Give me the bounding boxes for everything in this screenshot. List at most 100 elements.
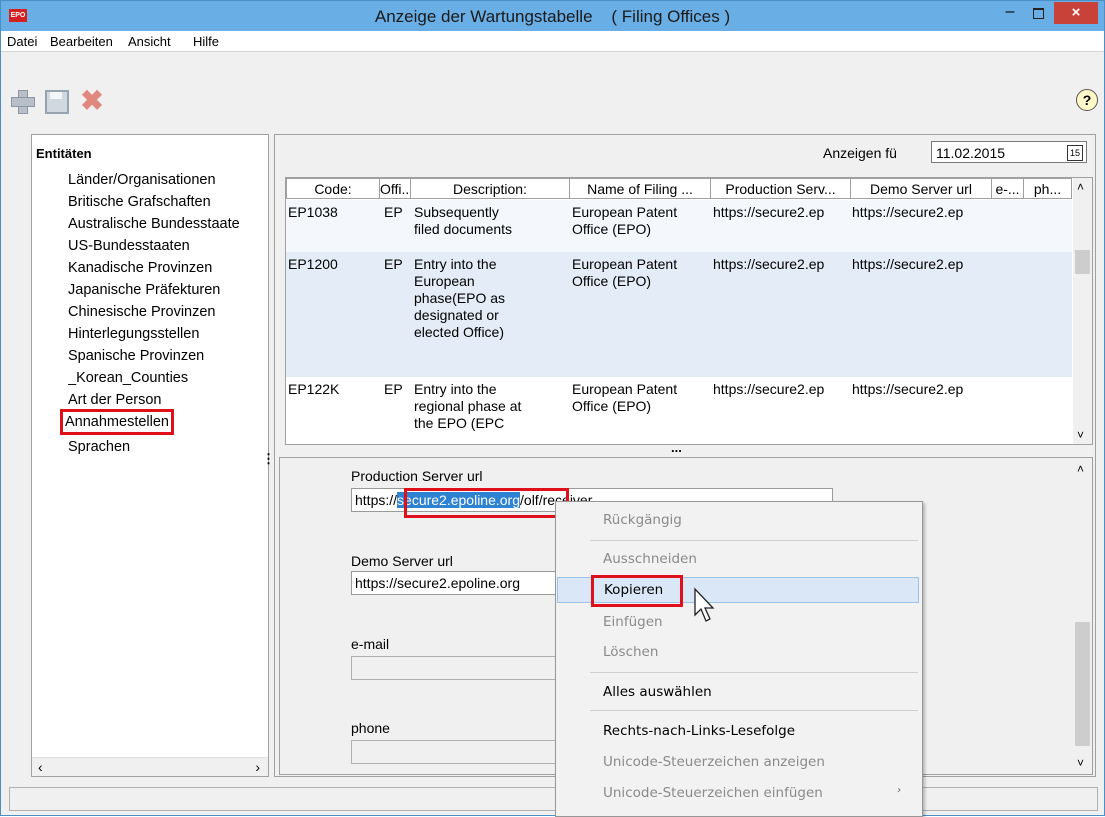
calendar-icon[interactable]: 15 (1067, 145, 1083, 161)
scroll-thumb[interactable] (1075, 622, 1090, 746)
submenu-arrow-icon: › (897, 785, 901, 796)
entity-sidebar: Entitäten Länder/Organisationen Britisch… (31, 134, 269, 777)
column-header-description[interactable]: Description: (411, 178, 570, 199)
column-header-name[interactable]: Name of Filing ... (570, 178, 711, 199)
close-button[interactable]: × (1054, 2, 1098, 24)
entity-item[interactable]: US-Bundesstaaten (68, 235, 268, 257)
menu-item-label: Alles auswählen (603, 684, 712, 700)
copy-highlight-box (591, 575, 683, 607)
table-row[interactable]: EP1038 EP Subsequently filed documents E… (286, 200, 1072, 252)
table-vertical-scrollbar[interactable]: ˄ ˅ (1073, 178, 1092, 444)
column-header-code[interactable]: Code: (286, 178, 380, 199)
menu-item-paste[interactable]: Einfügen (557, 609, 919, 635)
display-for-label: Anzeigen fü (823, 145, 897, 161)
maximize-button[interactable] (1025, 3, 1051, 25)
entity-item[interactable]: Spanische Provinzen (68, 345, 268, 367)
menu-item-rtl-reading-order[interactable]: Rechts-nach-Links-Lesefolge (557, 718, 919, 744)
cell-code: EP1200 (288, 256, 338, 272)
scroll-up-icon[interactable]: ˄ (1077, 180, 1084, 194)
delete-icon[interactable]: ✖ (79, 87, 105, 115)
menu-item-label: Ausschneiden (603, 551, 697, 567)
menu-item-show-unicode[interactable]: Unicode-Steuerzeichen anzeigen (557, 749, 919, 775)
entity-item[interactable]: Britische Grafschaften (68, 191, 268, 213)
scroll-right-icon[interactable]: › (255, 759, 260, 775)
mouse-pointer-icon (694, 587, 715, 622)
entity-item[interactable]: Art der Person (68, 389, 268, 411)
menu-ansicht[interactable]: Ansicht (128, 34, 171, 49)
menu-item-cut[interactable]: Ausschneiden (557, 546, 919, 572)
cell-demo: https://secure2.ep (852, 204, 964, 220)
cell-name: European Patent Office (EPO) (572, 256, 678, 289)
sidebar-title: Entitäten (36, 146, 92, 161)
phone-label: phone (351, 720, 390, 736)
menu-item-label: Unicode-Steuerzeichen anzeigen (603, 754, 825, 770)
menu-separator (590, 540, 918, 541)
column-header-phone[interactable]: ph... (1024, 178, 1072, 199)
context-menu: Rückgängig Ausschneiden Kopieren Einfüge… (555, 501, 923, 817)
production-url-prefix: https:// (355, 492, 398, 508)
column-header-email[interactable]: e-... (992, 178, 1024, 199)
save-icon[interactable] (45, 90, 69, 114)
cell-description: Entry into the regional phase at the EPO… (414, 381, 522, 431)
menu-item-undo[interactable]: Rückgängig (557, 507, 919, 533)
display-for-date-field[interactable]: 11.02.2015 15 (931, 141, 1087, 163)
column-header-office[interactable]: Offi... (380, 178, 411, 199)
minimize-button[interactable]: – (997, 3, 1023, 25)
menu-item-label: Rückgängig (603, 512, 682, 528)
column-header-demo[interactable]: Demo Server url (851, 178, 992, 199)
cell-production: https://secure2.ep (713, 256, 825, 272)
entity-item[interactable]: Chinesische Provinzen (68, 301, 268, 323)
help-icon[interactable]: ? (1076, 89, 1098, 111)
cell-description: Subsequently filed documents (414, 204, 513, 237)
sidebar-horizontal-scrollbar[interactable]: ‹ › (32, 757, 268, 776)
demo-url-label: Demo Server url (351, 553, 453, 569)
cell-office: EP (384, 204, 403, 220)
scroll-left-icon[interactable]: ‹ (38, 759, 43, 775)
entity-item[interactable]: Australische Bundesstaate (68, 213, 268, 235)
cell-description: Entry into the European phase(EPO as des… (414, 256, 506, 340)
menu-bearbeiten[interactable]: Bearbeiten (50, 34, 113, 49)
menu-item-delete[interactable]: Löschen (557, 639, 919, 665)
filing-offices-table: Code: Offi... Description: Name of Filin… (285, 177, 1093, 445)
table-row[interactable]: EP1200 EP Entry into the European phase(… (286, 252, 1072, 377)
entity-item[interactable]: Hinterlegungsstellen (68, 323, 268, 345)
form-vertical-scrollbar[interactable]: ˄ ˅ (1073, 458, 1092, 774)
cell-code: EP1038 (288, 204, 338, 220)
entity-item[interactable]: Kanadische Provinzen (68, 257, 268, 279)
scroll-down-icon[interactable]: ˅ (1077, 756, 1084, 770)
scroll-thumb[interactable] (1075, 250, 1090, 274)
cell-name: European Patent Office (EPO) (572, 381, 678, 414)
table-row[interactable]: EP122K EP Entry into the regional phase … (286, 377, 1072, 444)
cell-demo: https://secure2.ep (852, 256, 964, 272)
entity-item[interactable]: Sprachen (68, 436, 268, 458)
entity-item[interactable]: _Korean_Counties (68, 367, 268, 389)
plus-icon[interactable] (9, 88, 35, 114)
cell-production: https://secure2.ep (713, 204, 825, 220)
menu-item-select-all[interactable]: Alles auswählen (557, 679, 919, 705)
menu-hilfe[interactable]: Hilfe (193, 34, 219, 49)
cell-demo: https://secure2.ep (852, 381, 964, 397)
entity-item[interactable]: Japanische Präfekturen (68, 279, 268, 301)
scroll-down-icon[interactable]: ˅ (1077, 428, 1084, 442)
entity-item-annahmestellen-selected[interactable]: Annahmestellen (60, 409, 174, 435)
cell-code: EP122K (288, 381, 340, 397)
display-for-date-value: 11.02.2015 (936, 145, 1006, 161)
cell-office: EP (384, 381, 403, 397)
column-header-production[interactable]: Production Serv... (711, 178, 851, 199)
scroll-up-icon[interactable]: ˄ (1077, 462, 1084, 476)
menu-item-label: Rechts-nach-Links-Lesefolge (603, 723, 796, 739)
cell-office: EP (384, 256, 403, 272)
title-bar[interactable]: EPO Anzeige der Wartungstabelle ( Filing… (1, 1, 1104, 31)
splitter-handle[interactable]: ... (671, 440, 682, 455)
toolbar: ✖ ? (1, 53, 1104, 127)
app-window: EPO Anzeige der Wartungstabelle ( Filing… (0, 0, 1105, 817)
menu-item-insert-unicode[interactable]: Unicode-Steuerzeichen einfügen › (557, 780, 919, 806)
menu-bar: Datei Bearbeiten Ansicht Hilfe (1, 31, 1104, 52)
production-url-label: Production Server url (351, 468, 483, 484)
vertical-splitter-handle[interactable]: ⋮ (262, 451, 275, 467)
entity-item[interactable]: Länder/Organisationen (68, 169, 268, 191)
status-bar (9, 787, 1098, 811)
menu-datei[interactable]: Datei (7, 34, 37, 49)
table-header: Code: Offi... Description: Name of Filin… (286, 178, 1072, 200)
entity-list: Länder/Organisationen Britische Grafscha… (60, 169, 268, 458)
